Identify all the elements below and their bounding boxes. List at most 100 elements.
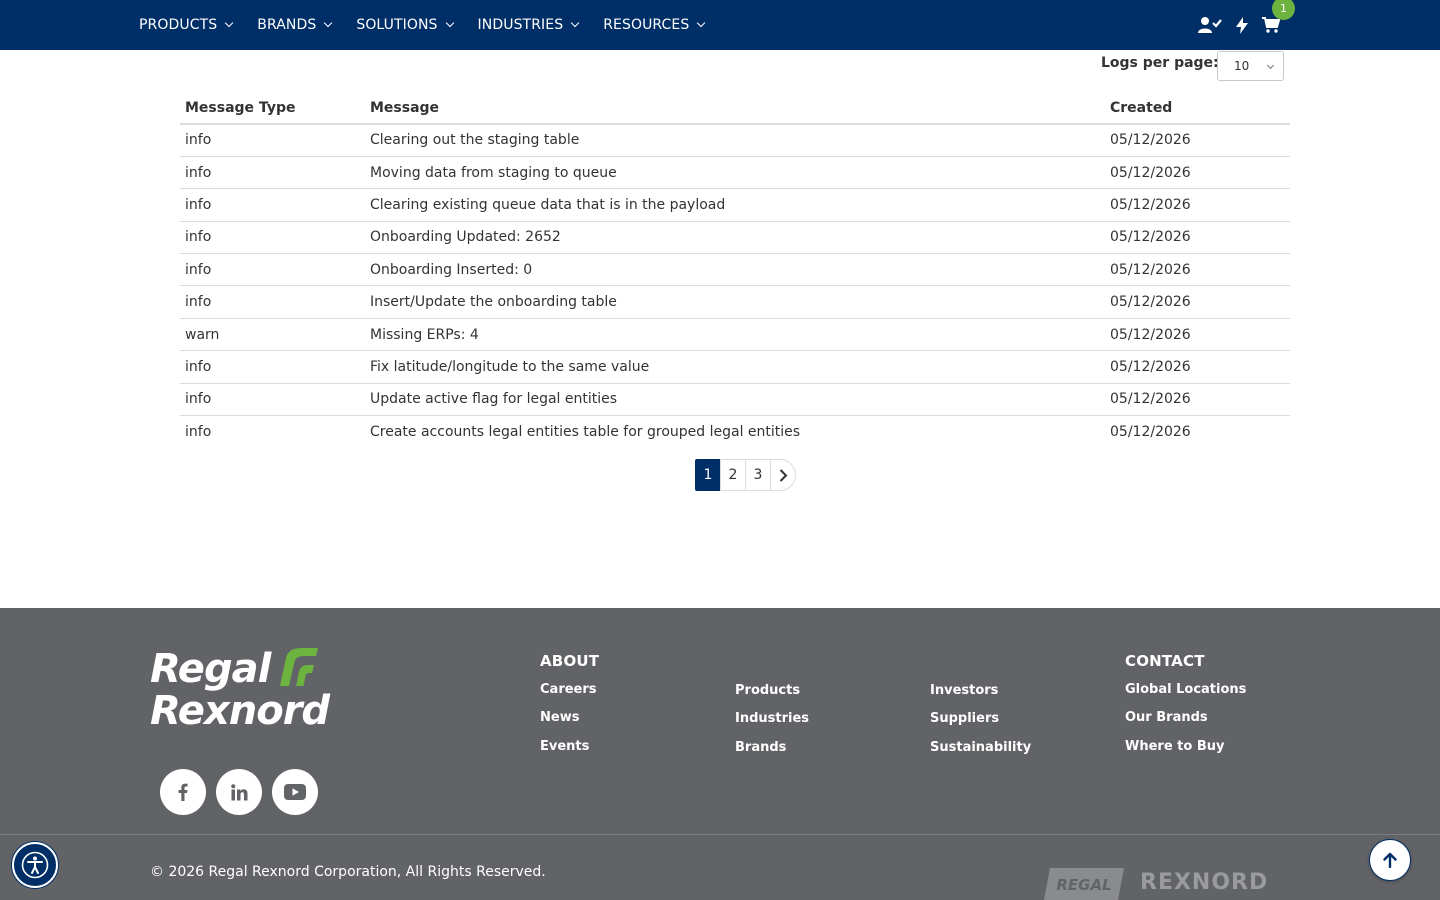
cell-created: 05/12/2026 (1105, 350, 1290, 384)
cell-message: Missing ERPs: 4 (365, 318, 1105, 352)
cell-type: info (180, 124, 365, 157)
cell-created: 05/12/2026 (1105, 124, 1290, 157)
logs-per-page-label: Logs per page: (1101, 55, 1219, 71)
footer-divider (0, 834, 1440, 835)
nav-icons: 1 (1198, 0, 1295, 50)
footer-link-global-locations[interactable]: Global Locations (1125, 682, 1246, 697)
cell-type: warn (180, 318, 365, 352)
footer-link-investors[interactable]: Investors (930, 683, 998, 698)
youtube-icon (284, 784, 306, 800)
nav-item-label: PRODUCTS (139, 17, 218, 33)
table-header-row: Message Type Message Created (180, 92, 1290, 125)
footer-link-our-brands[interactable]: Our Brands (1125, 710, 1208, 725)
main-nav: PRODUCTS BRANDS SOLUTIONS INDUSTRIES RES… (139, 0, 729, 50)
cell-message: Moving data from staging to queue (365, 156, 1105, 190)
footer-link-products[interactable]: Products (735, 683, 800, 698)
footer-heading-about: ABOUT (540, 652, 600, 670)
cell-type: info (185, 423, 212, 440)
cell-created: 05/12/2026 (1105, 188, 1290, 222)
logs-table: Message Type Message Created info Clearin… (180, 92, 1290, 448)
chevron-down-icon (697, 18, 706, 28)
chevron-right-icon (779, 468, 787, 482)
nav-item-label: BRANDS (257, 17, 317, 33)
cell-type: info (180, 383, 365, 417)
lightning-icon[interactable] (1236, 16, 1248, 34)
footer-link-news[interactable]: News (540, 710, 579, 725)
regal-brand-logo: REGAL (1044, 868, 1124, 900)
nav-item-products[interactable]: PRODUCTS (139, 17, 234, 33)
youtube-link[interactable] (272, 769, 318, 815)
footer-link-careers[interactable]: Careers (540, 682, 597, 697)
table-row: info Fix latitude/longitude to the same v… (180, 350, 1290, 384)
table-row: info Clearing out the staging table 05/12/… (180, 124, 1290, 157)
nav-item-label: SOLUTIONS (356, 17, 438, 33)
footer-link-industries[interactable]: Industries (735, 711, 809, 726)
facebook-icon (178, 783, 188, 801)
chevron-down-icon (324, 18, 333, 28)
footer-link-where-to-buy[interactable]: Where to Buy (1125, 739, 1224, 754)
table-row: info Create accounts legal entities table… (180, 416, 1290, 448)
column-header-message-type: Message Type (180, 92, 365, 125)
table-row: info Update active flag for legal entitie… (180, 383, 1290, 417)
table-row: info Onboarding Updated: 2652 05/12/2026 (180, 221, 1290, 255)
chevron-down-icon (1266, 61, 1275, 70)
cell-message: Update active flag for legal entities (365, 383, 1105, 417)
nav-item-solutions[interactable]: SOLUTIONS (356, 17, 454, 33)
linkedin-icon (230, 783, 247, 800)
logo-line-1: Regal (150, 646, 271, 692)
column-header-created: Created (1105, 92, 1290, 125)
top-navbar: PRODUCTS BRANDS SOLUTIONS INDUSTRIES RES… (0, 0, 1440, 50)
column-header-message: Message (365, 92, 1105, 125)
footer-link-brands[interactable]: Brands (735, 740, 786, 755)
pagination: 1 2 3 (695, 459, 796, 491)
site-footer: Regal Rexnord ABOUT Careers News Events … (0, 608, 1440, 900)
cart-count-badge: 1 (1272, 0, 1295, 20)
cell-created: 05/12/2026 (1105, 383, 1290, 417)
footer-link-suppliers[interactable]: Suppliers (930, 711, 999, 726)
footer-link-sustainability[interactable]: Sustainability (930, 740, 1031, 755)
footer-heading-contact: CONTACT (1125, 652, 1205, 670)
regal-rexnord-logo[interactable]: Regal Rexnord (150, 646, 330, 732)
logs-per-page-value: 10 (1234, 59, 1250, 73)
table-row: info Clearing existing queue data that is… (180, 188, 1290, 222)
cell-message: Insert/Update the onboarding table (365, 285, 1105, 319)
cart-button[interactable]: 1 (1262, 0, 1295, 33)
footer-link-events[interactable]: Events (540, 739, 589, 754)
logs-per-page-select[interactable]: 10 (1217, 51, 1284, 81)
cell-type: info (180, 285, 365, 319)
back-to-top-button[interactable] (1369, 839, 1411, 881)
nav-item-label: RESOURCES (603, 17, 690, 33)
nav-item-industries[interactable]: INDUSTRIES (477, 17, 580, 33)
cell-type: info (180, 221, 365, 255)
cell-type: info (180, 350, 365, 384)
facebook-link[interactable] (160, 769, 206, 815)
nav-item-label: INDUSTRIES (477, 17, 564, 33)
page-button-2[interactable]: 2 (720, 459, 746, 491)
cell-type: info (180, 156, 365, 190)
cell-created: 05/12/2026 (1105, 156, 1290, 190)
user-check-icon[interactable] (1198, 16, 1222, 34)
accessibility-button[interactable] (12, 842, 58, 888)
nav-item-resources[interactable]: RESOURCES (603, 17, 706, 33)
rexnord-brand-logo: REXNORD (1140, 870, 1269, 895)
table-row: info Moving data from staging to queue 05/… (180, 156, 1290, 190)
table-row: info Onboarding Inserted: 0 05/12/2026 (180, 253, 1290, 287)
cell-created: 05/12/2026 (1110, 423, 1191, 440)
cell-created: 05/12/2026 (1105, 221, 1290, 255)
page-button-3[interactable]: 3 (745, 459, 771, 491)
table-row: info Insert/Update the onboarding table 05… (180, 285, 1290, 319)
cell-message: Onboarding Updated: 2652 (365, 221, 1105, 255)
cell-type: info (180, 188, 365, 222)
nav-item-brands[interactable]: BRANDS (257, 17, 333, 33)
cell-message: Create accounts legal entities table for… (370, 423, 801, 440)
cell-created: 05/12/2026 (1105, 253, 1290, 287)
arrow-up-icon (1383, 852, 1397, 868)
cart-icon (1262, 17, 1280, 33)
page-button-1[interactable]: 1 (695, 459, 721, 491)
copyright-text: © 2026 Regal Rexnord Corporation, All Ri… (150, 864, 546, 880)
cell-message: Onboarding Inserted: 0 (365, 253, 1105, 287)
social-links (160, 769, 328, 815)
next-page-button[interactable] (770, 459, 796, 491)
cell-type: info (180, 253, 365, 287)
linkedin-link[interactable] (216, 769, 262, 815)
